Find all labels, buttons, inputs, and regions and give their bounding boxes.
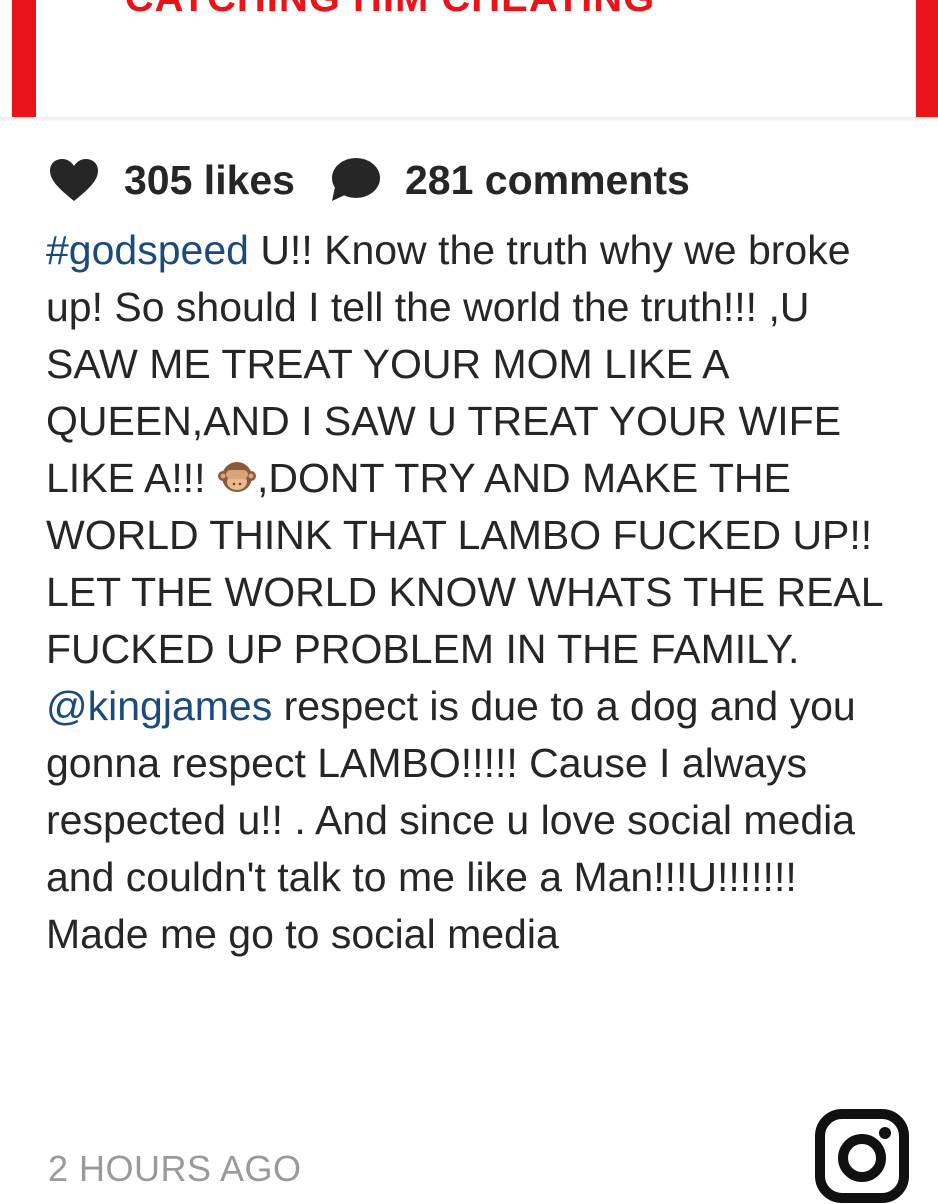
- heart-icon[interactable]: [48, 157, 100, 203]
- comment-icon[interactable]: [329, 157, 381, 203]
- post-image[interactable]: CATCHING HIM CHEATING: [0, 0, 938, 117]
- post-timestamp: 2 HOURS AGO: [48, 1148, 302, 1189]
- image-red-border-left: [12, 0, 36, 117]
- engagement-stats: 305 likes 281 comments: [48, 150, 690, 210]
- hashtag-link[interactable]: #godspeed: [46, 227, 249, 273]
- image-banner-text: CATCHING HIM CHEATING: [100, 0, 680, 21]
- mention-link[interactable]: @kingjames: [46, 683, 272, 729]
- divider: [0, 117, 938, 121]
- instagram-logo-icon: [815, 1109, 909, 1203]
- likes-count[interactable]: 305 likes: [124, 157, 295, 204]
- comments-count[interactable]: 281 comments: [405, 157, 690, 204]
- image-red-border-right: [916, 0, 938, 117]
- post-caption: #godspeed U!! Know the truth why we brok…: [46, 222, 906, 963]
- see-no-evil-monkey-icon: [217, 462, 256, 492]
